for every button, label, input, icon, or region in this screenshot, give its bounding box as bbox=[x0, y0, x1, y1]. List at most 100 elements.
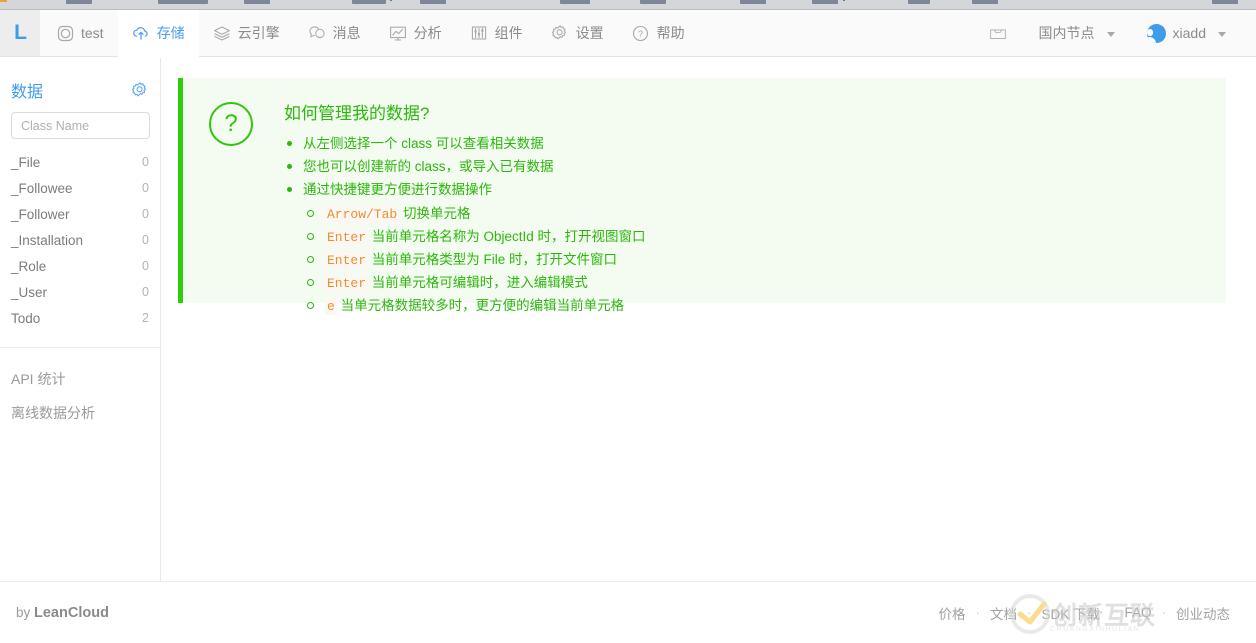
browser-bookmark[interactable] bbox=[1212, 0, 1238, 4]
sidebar-item-label: API 统计 bbox=[11, 371, 66, 387]
sidebar-header: 数据 bbox=[11, 58, 149, 112]
browser-bookmark-tick bbox=[843, 0, 845, 1]
nav-item-components[interactable]: 组件 bbox=[456, 10, 537, 56]
shortcut-key: Enter bbox=[325, 229, 369, 246]
nav-item-help[interactable]: ? 帮助 bbox=[618, 10, 699, 56]
help-bullet-list: 从左侧选择一个 class 可以查看相关数据 您也可以创建新的 class，或导… bbox=[284, 133, 646, 318]
nav-item-messaging[interactable]: 消息 bbox=[294, 10, 375, 56]
class-list-item-followee[interactable]: _Followee 0 bbox=[11, 175, 149, 201]
help-bullet-text: 您也可以创建新的 class，或导入已有数据 bbox=[303, 159, 554, 174]
footer-brand: by LeanCloud bbox=[16, 605, 109, 621]
avatar bbox=[1146, 23, 1166, 43]
class-list-item-follower[interactable]: _Follower 0 bbox=[11, 201, 149, 227]
footer-link-faq[interactable]: FAQ bbox=[1114, 605, 1161, 620]
class-count: 0 bbox=[142, 285, 149, 299]
class-count: 0 bbox=[142, 259, 149, 273]
nav-item-help-label: 帮助 bbox=[656, 25, 685, 41]
nav-item-analytics-label: 分析 bbox=[413, 25, 442, 41]
class-count: 0 bbox=[142, 233, 149, 247]
browser-bookmark-tick bbox=[390, 0, 392, 1]
shortcut-key: e bbox=[325, 298, 337, 315]
class-list-item-role[interactable]: _Role 0 bbox=[11, 253, 149, 279]
nav-item-storage-label: 存储 bbox=[156, 25, 185, 41]
main-content: ? 如何管理我的数据? 从左侧选择一个 class 可以查看相关数据 您也可以创… bbox=[162, 58, 1256, 581]
sidebar-item-label: 离线数据分析 bbox=[11, 405, 95, 421]
inbox-icon bbox=[989, 24, 1007, 42]
nav-item-settings-label: 设置 bbox=[575, 25, 604, 41]
user-menu[interactable]: xiadd bbox=[1131, 23, 1242, 43]
nav-item-engine[interactable]: 云引擎 bbox=[199, 10, 294, 56]
leancloud-logo[interactable]: L bbox=[0, 10, 40, 56]
sidebar-title: 数据 bbox=[11, 84, 44, 101]
help-bullet-text: 从左侧选择一个 class 可以查看相关数据 bbox=[303, 136, 544, 151]
browser-bookmark[interactable] bbox=[66, 0, 92, 4]
browser-bookmark[interactable] bbox=[812, 0, 838, 4]
footer-link-sdk-download[interactable]: SDK 下载 bbox=[1031, 603, 1110, 623]
class-count: 0 bbox=[142, 181, 149, 195]
shortcut-description: 当前单元格可编辑时，进入编辑模式 bbox=[371, 275, 588, 290]
shortcut-description: 当单元格数据较多时，更方便的编辑当前单元格 bbox=[340, 298, 625, 313]
shortcut-key: Enter bbox=[325, 275, 369, 292]
footer-link-pricing[interactable]: 价格 bbox=[928, 603, 975, 623]
inbox-button[interactable] bbox=[973, 24, 1023, 42]
chart-board-icon bbox=[389, 24, 407, 42]
class-name: _File bbox=[11, 154, 41, 170]
class-name: Todo bbox=[11, 310, 41, 326]
class-list-item-user[interactable]: _User 0 bbox=[11, 279, 149, 305]
footer-link-docs[interactable]: 文档 bbox=[980, 603, 1027, 623]
browser-bookmarks-bar bbox=[0, 0, 1256, 10]
footer-link-startup-news[interactable]: 创业动态 bbox=[1166, 603, 1240, 623]
nav-item-engine-label: 云引擎 bbox=[237, 25, 280, 41]
region-selector[interactable]: 国内节点 bbox=[1023, 23, 1131, 43]
class-name: _Follower bbox=[11, 206, 70, 222]
browser-bookmark[interactable] bbox=[420, 0, 446, 4]
app-square-icon bbox=[56, 24, 74, 42]
class-list: _File 0 _Followee 0 _Follower 0 _Install… bbox=[11, 149, 149, 331]
footer-links: 价格 · 文档 · SDK 下载 · FAQ · 创业动态 bbox=[928, 603, 1240, 623]
help-shortcut-item: e 当单元格数据较多时，更方便的编辑当前单元格 bbox=[303, 295, 646, 318]
shortcut-key: Arrow/Tab bbox=[325, 206, 400, 223]
cloud-upload-icon bbox=[132, 24, 150, 42]
footer: by LeanCloud 价格 · 文档 · SDK 下载 · FAQ · 创业… bbox=[0, 581, 1256, 643]
nav-item-storage[interactable]: 存储 bbox=[117, 10, 199, 57]
help-shortcut-item: Arrow/Tab 切换单元格 bbox=[303, 203, 646, 226]
sidebar-settings-gear-icon[interactable] bbox=[131, 81, 149, 99]
user-name-label: xiadd bbox=[1172, 25, 1206, 41]
sidebar-item-api-stats[interactable]: API 统计 bbox=[11, 362, 149, 396]
nav-item-app-test[interactable]: test bbox=[40, 10, 118, 56]
question-mark-icon: ? bbox=[209, 102, 253, 146]
help-panel-title: 如何管理我的数据? bbox=[284, 104, 430, 123]
avatar-body bbox=[1146, 36, 1156, 43]
class-name-search-input[interactable] bbox=[11, 112, 150, 139]
nav-item-settings[interactable]: 设置 bbox=[537, 10, 618, 56]
browser-bookmark[interactable] bbox=[560, 0, 590, 4]
browser-bookmark[interactable] bbox=[352, 0, 386, 4]
avatar-head bbox=[1146, 28, 1154, 36]
class-count: 0 bbox=[142, 155, 149, 169]
help-shortcut-item: Enter 当前单元格可编辑时，进入编辑模式 bbox=[303, 272, 646, 295]
chevron-down-icon bbox=[1218, 31, 1226, 37]
layers-icon bbox=[213, 24, 231, 42]
question-circle-icon: ? bbox=[632, 24, 650, 42]
class-list-item-file[interactable]: _File 0 bbox=[11, 149, 149, 175]
class-list-item-installation[interactable]: _Installation 0 bbox=[11, 227, 149, 253]
browser-bookmark[interactable] bbox=[158, 0, 208, 4]
nav-item-app-label: test bbox=[81, 25, 104, 41]
chevron-down-icon bbox=[1106, 31, 1115, 37]
nav-item-analytics[interactable]: 分析 bbox=[375, 10, 456, 56]
sidebar-secondary-links: API 统计 离线数据分析 bbox=[11, 348, 149, 430]
browser-bookmark[interactable] bbox=[740, 0, 766, 4]
class-list-item-todo[interactable]: Todo 2 bbox=[11, 305, 149, 331]
browser-bookmark[interactable] bbox=[972, 0, 998, 4]
shortcut-key: Enter bbox=[325, 252, 369, 269]
browser-bookmark[interactable] bbox=[908, 0, 930, 4]
footer-brand-prefix: by bbox=[16, 604, 35, 620]
browser-bookmark[interactable] bbox=[640, 0, 666, 4]
sliders-icon bbox=[470, 24, 488, 42]
help-shortcut-item: Enter 当前单元格名称为 ObjectId 时，打开视图窗口 bbox=[303, 226, 646, 249]
chat-bubbles-icon bbox=[308, 24, 326, 42]
help-panel: ? 如何管理我的数据? 从左侧选择一个 class 可以查看相关数据 您也可以创… bbox=[178, 78, 1226, 315]
sidebar-item-offline-analysis[interactable]: 离线数据分析 bbox=[11, 396, 149, 430]
browser-bookmark[interactable] bbox=[244, 0, 270, 4]
